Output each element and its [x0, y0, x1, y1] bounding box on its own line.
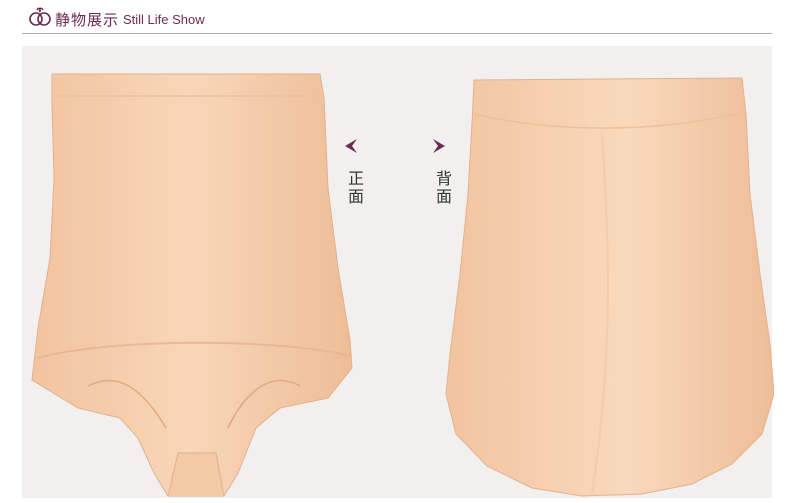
- flower-logo-icon: [29, 7, 51, 26]
- front-view-label: 正面: [347, 169, 364, 206]
- section-title-chinese: 静物展示: [55, 11, 120, 29]
- triangle-left-icon: [345, 139, 357, 153]
- section-header: 静物展示 Still Life Show: [0, 0, 790, 34]
- header-divider: [22, 33, 772, 34]
- garment-back-image: [445, 77, 774, 497]
- section-title-english: Still Life Show: [123, 12, 205, 27]
- product-display-panel: 正面 背面: [22, 46, 774, 498]
- garment-front-image: [31, 73, 353, 497]
